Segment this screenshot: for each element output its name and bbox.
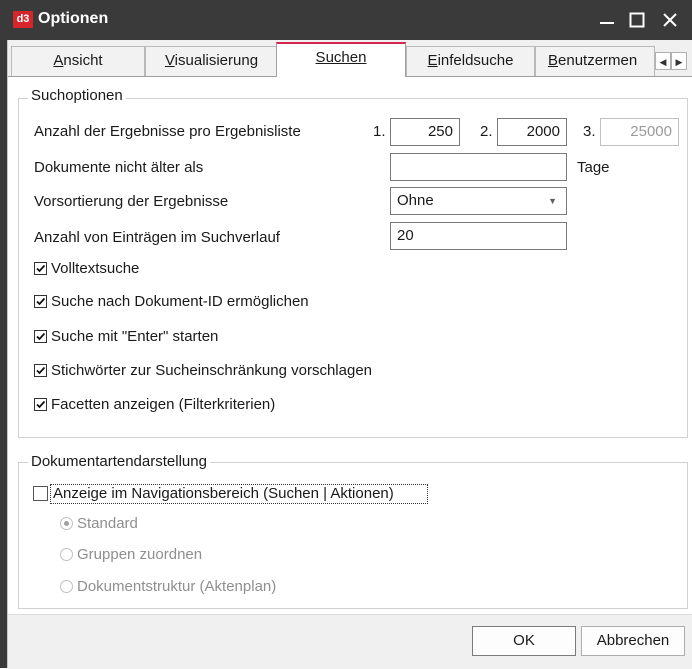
keyword-suggest-checkbox[interactable] xyxy=(34,364,47,377)
keyword-suggest-label: Stichwörter zur Sucheinschränkung vorsch… xyxy=(51,362,372,379)
chevron-right-icon[interactable]: ▶ xyxy=(671,52,687,70)
tab-benutzermenue-label: enutzermen xyxy=(558,52,638,69)
results-index-2: 2. xyxy=(480,123,493,140)
tab-visualisierung-label: isualisierung xyxy=(174,52,259,69)
tab-ansicht-mnemonic: A xyxy=(53,52,64,69)
window-left-border xyxy=(0,40,7,668)
fulltext-checkbox[interactable] xyxy=(34,262,47,275)
tab-suchen-mnemonic: S xyxy=(315,49,326,66)
chevron-down-icon: ▼ xyxy=(548,196,557,206)
title-bar: d3 Optionen xyxy=(0,0,692,40)
doc-types-legend: Dokumentartendarstellung xyxy=(28,453,210,470)
fulltext-label: Volltextsuche xyxy=(51,260,140,277)
tab-strip: Ansicht Visualisierung Suchen Einfeldsuc… xyxy=(8,40,692,77)
days-unit-label: Tage xyxy=(577,159,610,176)
results-index-1: 1. xyxy=(373,123,386,140)
document-id-label: Suche nach Dokument-ID ermöglichen xyxy=(51,293,309,310)
tab-einfeldsuche-mnemonic: E xyxy=(427,52,438,69)
check-icon xyxy=(36,297,46,306)
results-field-1[interactable]: 250 xyxy=(390,118,460,146)
results-per-list-label: Anzahl der Ergebnisse pro Ergebnisliste xyxy=(34,123,301,140)
tab-ansicht[interactable]: Ansicht xyxy=(11,46,145,76)
results-field-3[interactable]: 25000 xyxy=(600,118,679,146)
check-icon xyxy=(36,400,46,409)
tab-visualisierung[interactable]: Visualisierung xyxy=(145,46,278,76)
history-entries-label: Anzahl von Einträgen im Suchverlauf xyxy=(34,229,280,246)
radio-doc-structure-label: Dokumentstruktur (Aktenplan) xyxy=(77,578,277,595)
tab-einfeldsuche-label: infeldsuche xyxy=(437,52,514,69)
presort-select[interactable]: Ohne ▼ xyxy=(390,187,567,215)
minimize-icon[interactable] xyxy=(592,6,622,34)
facets-checkbox[interactable] xyxy=(34,398,47,411)
radio-standard-label: Standard xyxy=(77,515,138,532)
presort-label: Vorsortierung der Ergebnisse xyxy=(34,193,229,210)
radio-doc-structure[interactable] xyxy=(60,580,73,593)
check-icon xyxy=(36,332,46,341)
facets-label: Facetten anzeigen (Filterkriterien) xyxy=(51,396,276,413)
options-window: d3 Optionen Ansicht Visualisierung Suche… xyxy=(0,0,692,669)
nav-area-checkbox[interactable] xyxy=(33,486,48,501)
presort-value: Ohne xyxy=(397,192,434,209)
close-icon[interactable] xyxy=(655,6,685,34)
maximize-icon[interactable] xyxy=(622,6,652,34)
tab-einfeldsuche[interactable]: Einfeldsuche xyxy=(406,46,535,76)
results-index-3: 3. xyxy=(583,123,596,140)
history-entries-field[interactable]: 20 xyxy=(390,222,567,250)
cancel-button[interactable]: Abbrechen xyxy=(581,626,685,656)
tab-ansicht-label: nsicht xyxy=(63,52,103,69)
enter-start-checkbox[interactable] xyxy=(34,330,47,343)
document-id-checkbox[interactable] xyxy=(34,295,47,308)
dialog-content: Ansicht Visualisierung Suchen Einfeldsuc… xyxy=(7,40,692,669)
tab-suchen[interactable]: Suchen xyxy=(276,42,406,77)
app-logo-icon: d3 xyxy=(13,11,33,28)
window-title: Optionen xyxy=(38,10,109,27)
radio-standard[interactable] xyxy=(60,517,73,530)
radio-groups-label: Gruppen zuordnen xyxy=(77,546,203,563)
nav-area-label: Anzeige im Navigationsbereich (Suchen | … xyxy=(53,485,394,502)
search-options-legend: Suchoptionen xyxy=(28,87,126,104)
tab-suchen-label: uchen xyxy=(325,49,367,66)
tab-benutzermenue-mnemonic: B xyxy=(548,52,559,69)
not-older-than-field[interactable] xyxy=(390,153,567,181)
radio-groups[interactable] xyxy=(60,548,73,561)
results-field-2[interactable]: 2000 xyxy=(497,118,567,146)
enter-start-label: Suche mit "Enter" starten xyxy=(51,328,219,345)
check-icon xyxy=(36,264,46,273)
chevron-left-icon[interactable]: ◀ xyxy=(655,52,671,70)
tab-benutzermenue[interactable]: Benutzermen xyxy=(535,46,655,76)
ok-button[interactable]: OK xyxy=(472,626,576,656)
tab-visualisierung-mnemonic: V xyxy=(164,52,175,69)
check-icon xyxy=(36,366,46,375)
not-older-than-label: Dokumente nicht älter als xyxy=(34,159,204,176)
radio-selected-dot xyxy=(64,521,69,526)
